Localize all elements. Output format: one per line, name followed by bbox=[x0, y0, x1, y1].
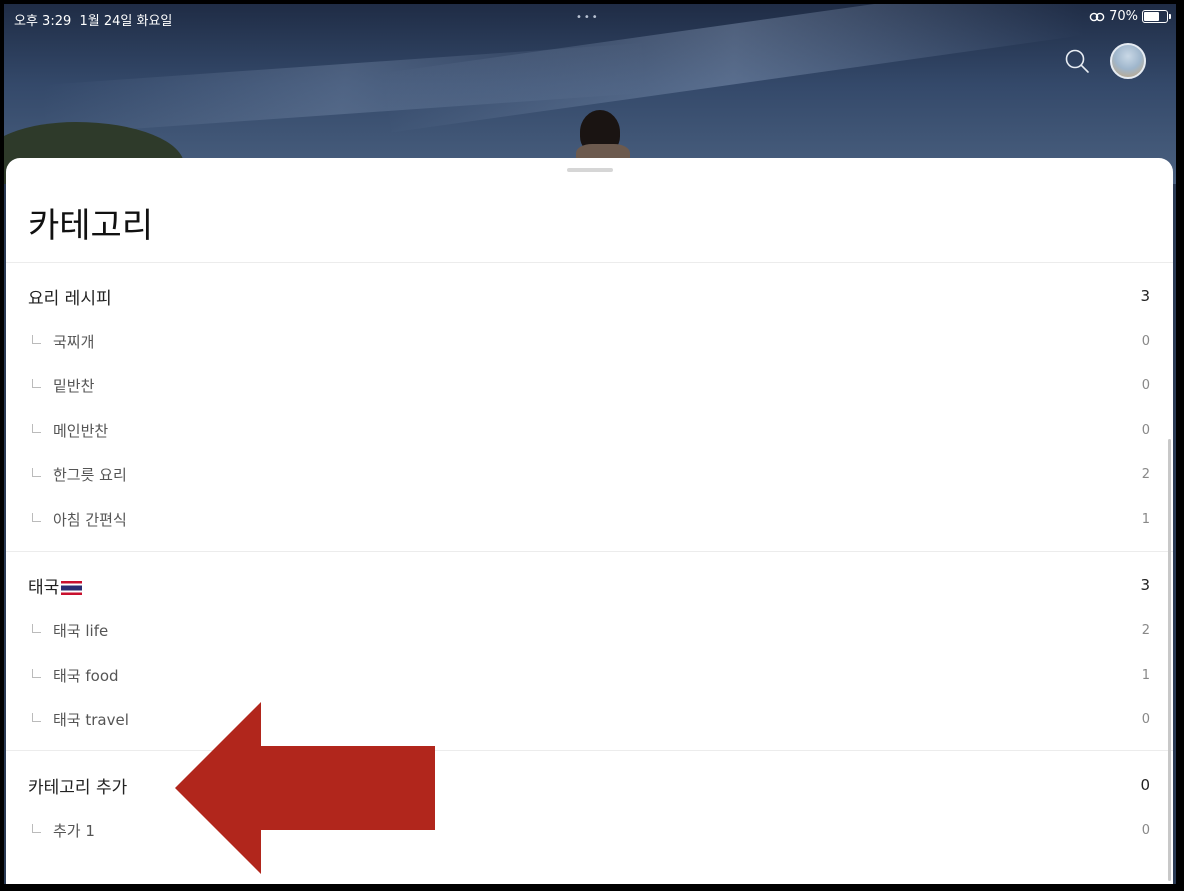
subcategory-item[interactable]: 밑반찬 0 bbox=[28, 370, 1150, 400]
subcategory-count: 0 bbox=[1141, 422, 1150, 438]
search-icon[interactable] bbox=[1064, 48, 1090, 74]
subcategory-count: 2 bbox=[1141, 466, 1150, 482]
subcategory-indent-icon bbox=[32, 623, 41, 633]
subcategory-item[interactable]: 아침 간편식 1 bbox=[28, 504, 1150, 534]
category-count: 3 bbox=[1140, 287, 1150, 305]
category-count: 0 bbox=[1140, 776, 1150, 794]
divider bbox=[6, 551, 1173, 552]
sheet-grabber[interactable] bbox=[567, 168, 613, 172]
category-count: 3 bbox=[1140, 576, 1150, 594]
status-bar: 오후 3:29 1월 24일 화요일 ••• 70% bbox=[4, 4, 1176, 32]
status-time-text: 오후 3:29 bbox=[14, 14, 72, 29]
subcategory-item[interactable]: 국찌개 0 bbox=[28, 326, 1150, 356]
cloud bbox=[42, 43, 646, 135]
status-right: 70% bbox=[1089, 9, 1171, 24]
subcategory-indent-icon bbox=[32, 467, 41, 477]
subcategory-count: 0 bbox=[1141, 377, 1150, 393]
subcategory-indent-icon bbox=[32, 823, 41, 833]
subcategory-indent-icon bbox=[32, 668, 41, 678]
subcategory-indent-icon bbox=[32, 423, 41, 433]
category-item[interactable]: 요리 레시피 3 bbox=[28, 281, 1150, 311]
subcategory-count: 0 bbox=[1141, 822, 1150, 838]
category-item[interactable]: 태국 3 bbox=[28, 570, 1150, 600]
subcategory-label: 메인반찬 bbox=[53, 421, 109, 440]
status-time: 오후 3:29 1월 24일 화요일 bbox=[14, 10, 172, 29]
subcategory-label: 태국 life bbox=[53, 621, 109, 640]
subcategory-count: 1 bbox=[1141, 511, 1150, 527]
battery-percent: 70% bbox=[1109, 9, 1138, 24]
category-label: 태국 bbox=[28, 577, 60, 598]
subcategory-label: 한그릇 요리 bbox=[53, 465, 127, 484]
subcategory-indent-icon bbox=[32, 334, 41, 344]
thailand-flag-icon bbox=[61, 580, 83, 595]
subcategory-count: 1 bbox=[1141, 667, 1150, 683]
subcategory-label: 아침 간편식 bbox=[53, 510, 127, 529]
multitasking-dots-icon[interactable]: ••• bbox=[576, 12, 600, 23]
subcategory-indent-icon bbox=[32, 378, 41, 388]
subcategory-count: 0 bbox=[1141, 333, 1150, 349]
subcategory-item[interactable]: 태국 life 2 bbox=[28, 615, 1150, 645]
screen-mirroring-icon bbox=[1089, 12, 1105, 21]
subcategory-item[interactable]: 한그릇 요리 2 bbox=[28, 459, 1150, 489]
red-arrow-annotation-icon bbox=[175, 702, 435, 874]
battery-icon bbox=[1142, 10, 1171, 23]
subcategory-label: 태국 food bbox=[53, 666, 119, 685]
subcategory-indent-icon bbox=[32, 712, 41, 722]
subcategory-count: 2 bbox=[1141, 622, 1150, 638]
subcategory-label: 밑반찬 bbox=[53, 376, 95, 395]
subcategory-item[interactable]: 메인반찬 0 bbox=[28, 415, 1150, 445]
category-label-wrap: 태국 bbox=[28, 573, 1110, 598]
status-date-text: 1월 24일 화요일 bbox=[79, 14, 173, 29]
subcategory-indent-icon bbox=[32, 512, 41, 522]
subcategory-count: 0 bbox=[1141, 711, 1150, 727]
divider bbox=[6, 262, 1173, 263]
subcategory-label: 국찌개 bbox=[53, 332, 95, 351]
category-label: 요리 레시피 bbox=[28, 288, 112, 309]
sheet-title: 카테고리 bbox=[28, 206, 154, 246]
profile-avatar[interactable] bbox=[1110, 43, 1146, 79]
scrollbar[interactable] bbox=[1168, 439, 1171, 881]
subcategory-item[interactable]: 태국 food 1 bbox=[28, 660, 1150, 690]
